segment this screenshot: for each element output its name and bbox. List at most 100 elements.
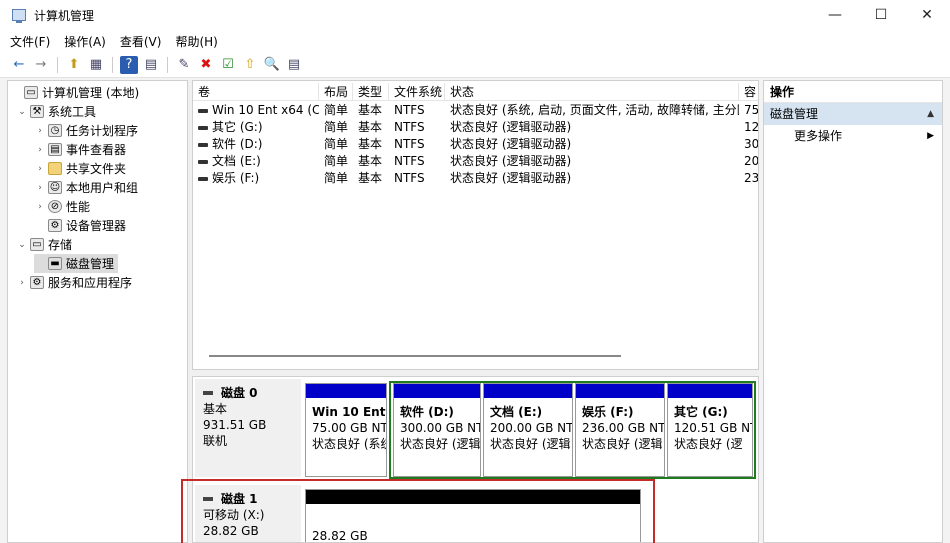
close-button[interactable]: ✕	[904, 0, 950, 30]
type-cell: 基本	[358, 103, 383, 117]
partition-status: 状态良好 (逻辑	[490, 437, 571, 451]
chevron-right-icon[interactable]: ›	[34, 126, 46, 136]
partition-g[interactable]: 其它 (G:) 120.51 GB NT 状态良好 (逻	[667, 383, 753, 477]
capacity-cell: 30	[744, 137, 759, 151]
performance-icon: ⊘	[48, 200, 62, 213]
partition-name: 娱乐 (F:)	[582, 405, 634, 419]
tree-item-system-tools[interactable]: ⌄ ⚒ 系统工具	[16, 102, 96, 121]
partition-bar	[668, 384, 752, 398]
chevron-right-icon[interactable]: ›	[34, 202, 46, 212]
partition-c[interactable]: Win 10 Ent 75.00 GB NT 状态良好 (系统	[305, 383, 387, 477]
table-row[interactable]: 娱乐 (F:) 简单 基本 NTFS 状态良好 (逻辑驱动器) 23	[193, 170, 758, 187]
maximize-button[interactable]: ☐	[858, 0, 904, 30]
help-icon[interactable]: ?	[120, 55, 138, 74]
capacity-cell: 20	[744, 154, 759, 168]
menu-action[interactable]: 操作(A)	[64, 33, 106, 50]
type-cell: 基本	[358, 154, 383, 168]
volume-name-cell: 文档 (E:)	[193, 153, 319, 170]
chevron-right-icon[interactable]: ›	[34, 164, 46, 174]
menu-file[interactable]: 文件(F)	[10, 33, 50, 50]
partition-status: 状态良好 (逻辑	[400, 437, 481, 451]
more-actions-item[interactable]: 更多操作 ▶	[764, 125, 942, 147]
tree-item-services-apps[interactable]: › ⚙ 服务和应用程序	[16, 273, 132, 292]
search-icon[interactable]: 🔍	[263, 56, 281, 74]
partition-size: 75.00 GB NT	[312, 421, 387, 435]
volume-list-header: 卷 布局 类型 文件系统 状态 容	[193, 83, 758, 101]
volume-name: 软件 (D:)	[212, 137, 263, 151]
highlight-box	[181, 479, 655, 543]
show-hide-tree-icon[interactable]: ▦	[87, 56, 105, 74]
partition-f[interactable]: 娱乐 (F:) 236.00 GB NT 状态良好 (逻辑	[575, 383, 665, 477]
filesystem-cell: NTFS	[394, 154, 425, 168]
tree-item-label: 共享文件夹	[66, 162, 127, 176]
services-icon: ⚙	[30, 276, 44, 289]
edit-icon[interactable]: ✎	[175, 56, 193, 74]
horizontal-scrollbar[interactable]	[209, 355, 621, 357]
partition-bar	[394, 384, 480, 398]
layout-cell: 简单	[324, 154, 349, 168]
tree-item-event-viewer[interactable]: › ▤ 事件查看器	[34, 140, 126, 159]
tree-item-device-manager[interactable]: ⚙ 设备管理器	[34, 216, 126, 235]
chevron-down-icon[interactable]: ⌄	[16, 107, 28, 117]
tree-item-storage[interactable]: ⌄ ▭ 存储	[16, 235, 72, 254]
status-cell: 状态良好 (逻辑驱动器)	[450, 137, 572, 151]
chevron-right-icon[interactable]: ›	[34, 145, 46, 155]
chevron-down-icon[interactable]: ⌄	[16, 240, 28, 250]
menu-view[interactable]: 查看(V)	[120, 33, 162, 50]
table-row[interactable]: 软件 (D:) 简单 基本 NTFS 状态良好 (逻辑驱动器) 30	[193, 136, 759, 153]
window-controls: — ☐ ✕	[812, 0, 950, 30]
tree-item-label: 任务计划程序	[66, 124, 139, 138]
partition-e[interactable]: 文档 (E:) 200.00 GB NT 状态良好 (逻辑	[483, 383, 573, 477]
computer-management-window: 计算机管理 — ☐ ✕ 文件(F) 操作(A) 查看(V) 帮助(H) ← → …	[0, 0, 950, 543]
volume-icon	[198, 108, 208, 113]
up-folder-icon[interactable]: ⬆	[65, 56, 83, 74]
delete-icon[interactable]: ✖	[197, 56, 215, 74]
column-header-status[interactable]: 状态	[445, 83, 739, 101]
list-icon[interactable]: ▤	[285, 56, 303, 74]
volume-name: 文档 (E:)	[212, 154, 261, 168]
properties-icon[interactable]: ▤	[142, 56, 160, 74]
table-row[interactable]: Win 10 Ent x64 (C:) 简单 基本 NTFS 状态良好 (系统,…	[193, 102, 758, 119]
column-header-filesystem[interactable]: 文件系统	[389, 83, 445, 101]
volume-name-cell: 娱乐 (F:)	[193, 170, 319, 187]
partition-bar	[576, 384, 664, 398]
status-cell: 状态良好 (系统, 启动, 页面文件, 活动, 故障转储, 主分区)	[450, 103, 739, 117]
partition-name: 软件 (D:)	[400, 405, 454, 419]
column-header-layout[interactable]: 布局	[319, 83, 353, 101]
minimize-button[interactable]: —	[812, 0, 858, 30]
tree-item-performance[interactable]: › ⊘ 性能	[34, 197, 90, 216]
menu-help[interactable]: 帮助(H)	[175, 33, 217, 50]
filesystem-cell: NTFS	[394, 103, 425, 117]
chevron-right-icon[interactable]: ›	[34, 183, 46, 193]
forward-icon[interactable]: →	[32, 56, 50, 74]
tree-item-computer-management[interactable]: ▭ 计算机管理 (本地)	[10, 83, 139, 102]
chevron-right-icon[interactable]: ›	[16, 278, 28, 288]
partition-d[interactable]: 软件 (D:) 300.00 GB NT 状态良好 (逻辑	[393, 383, 481, 477]
disk-0-state: 联机	[203, 434, 228, 448]
toolbar-separator	[167, 56, 168, 73]
check-icon[interactable]: ☑	[219, 56, 237, 74]
table-row[interactable]: 文档 (E:) 简单 基本 NTFS 状态良好 (逻辑驱动器) 20	[193, 153, 759, 170]
column-header-type[interactable]: 类型	[353, 83, 389, 101]
table-row[interactable]: 其它 (G:) 简单 基本 NTFS 状态良好 (逻辑驱动器) 12	[193, 119, 759, 136]
tree-item-local-users[interactable]: › ☺ 本地用户和组	[34, 178, 138, 197]
tree-item-task-scheduler[interactable]: › ◷ 任务计划程序	[34, 121, 138, 140]
column-header-volume[interactable]: 卷	[193, 83, 319, 101]
capacity-cell: 12	[744, 120, 759, 134]
tree-item-shared-folders[interactable]: › 共享文件夹	[34, 159, 126, 178]
folder-icon	[48, 162, 62, 175]
collapse-icon[interactable]: ▲	[927, 103, 934, 125]
toolbar-separator	[57, 56, 58, 73]
actions-header: 操作	[764, 81, 942, 103]
partition-name: 其它 (G:)	[674, 405, 728, 419]
tree-item-label: 系统工具	[48, 105, 97, 119]
status-cell: 状态良好 (逻辑驱动器)	[450, 154, 572, 168]
upload-icon[interactable]: ⇧	[241, 56, 259, 74]
tree-item-disk-management[interactable]: ▬ 磁盘管理	[34, 254, 118, 273]
partition-info: 文档 (E:) 200.00 GB NT 状态良好 (逻辑	[490, 404, 572, 452]
actions-disk-management[interactable]: 磁盘管理 ▲	[764, 103, 942, 125]
partition-size: 120.51 GB NT	[674, 421, 753, 435]
disk-0-label[interactable]: 磁盘 0 基本 931.51 GB 联机	[195, 379, 301, 477]
column-header-capacity[interactable]: 容	[739, 83, 758, 101]
back-icon[interactable]: ←	[10, 56, 28, 74]
